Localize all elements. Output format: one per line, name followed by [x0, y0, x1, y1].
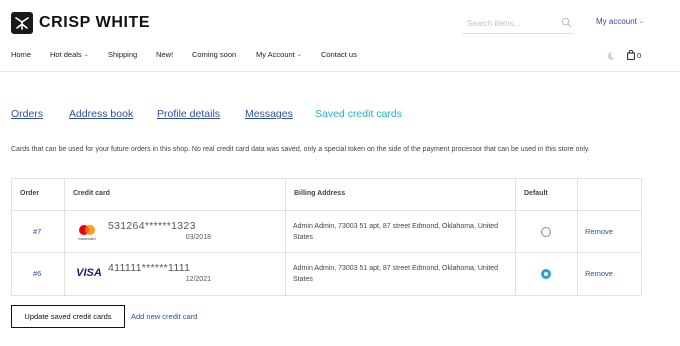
header-credit-card: Credit card [73, 190, 110, 197]
tab-messages[interactable]: Messages [245, 108, 293, 120]
nav-item-home[interactable]: Home [11, 50, 31, 60]
svg-text:mastercard: mastercard [79, 237, 96, 241]
default-radio[interactable] [541, 269, 551, 279]
nav-item-my-account[interactable]: My Account ⌄ [256, 50, 302, 60]
billing-address: Admin Admin, 73003 51 apt, 87 street Edm… [293, 223, 499, 241]
header-default: Default [524, 190, 548, 197]
tab-orders[interactable]: Orders [11, 108, 43, 120]
my-account-menu[interactable]: My account ⌄ [596, 17, 644, 26]
logo-icon[interactable] [11, 12, 33, 34]
shopping-bag-icon [627, 50, 635, 60]
nav-item-coming-soon[interactable]: Coming soon [192, 50, 236, 60]
tab-profile-details[interactable]: Profile details [157, 108, 220, 120]
billing-address: Admin Admin, 73003 51 apt, 87 street Edm… [293, 265, 499, 283]
default-radio[interactable] [541, 227, 551, 237]
site-header: CRISP WHITE My account⌄ Home Hot deals⌄ … [0, 0, 680, 72]
svg-text:VISA: VISA [76, 267, 102, 279]
tab-saved-credit-cards[interactable]: Saved credit cards [315, 108, 402, 120]
my-account-label: My account [596, 17, 637, 26]
update-saved-cards-button[interactable]: Update saved credit cards [11, 305, 125, 328]
add-new-card-link[interactable]: Add new credit card [131, 312, 197, 321]
chevron-down-icon: ⌄ [83, 52, 89, 58]
order-link[interactable]: #6 [33, 269, 41, 278]
tab-address-book[interactable]: Address book [69, 108, 133, 120]
chevron-down-icon: ⌄ [638, 19, 644, 25]
remove-link[interactable]: Remove [585, 227, 613, 236]
card-expiry: 03/2018 [185, 234, 211, 241]
nav-item-new[interactable]: New! [156, 50, 173, 60]
table-row: #6 VISA 411111******1111 12/2021 Admin A… [12, 253, 641, 295]
brand-name[interactable]: CRISP WHITE [39, 14, 150, 32]
search-icon[interactable] [561, 17, 572, 28]
card-number: 531264******1323 [108, 220, 196, 232]
chevron-down-icon: ⌄ [296, 52, 302, 58]
table-row: #7 mastercard 531264******1323 03/2018 A… [12, 211, 641, 253]
order-link[interactable]: #7 [33, 227, 41, 236]
search-input[interactable] [467, 15, 559, 31]
card-expiry: 12/2021 [185, 276, 211, 283]
nav-item-shipping[interactable]: Shipping [108, 50, 137, 60]
mastercard-icon: mastercard [79, 225, 96, 241]
cart-count: 0 [637, 51, 642, 60]
moon-icon[interactable] [606, 51, 616, 61]
nav-item-contact-us[interactable]: Contact us [321, 50, 357, 60]
table-header-row: Order Credit card Billing Address Defaul… [12, 179, 641, 211]
search-box[interactable] [462, 12, 574, 34]
saved-cards-table: Order Credit card Billing Address Defaul… [11, 178, 642, 296]
remove-link[interactable]: Remove [585, 269, 613, 278]
visa-icon: VISA [76, 267, 102, 279]
info-text: Cards that can be used for your future o… [11, 146, 590, 153]
card-number: 411111******1111 [108, 262, 191, 274]
header-order: Order [20, 190, 40, 197]
header-billing-address: Billing Address [294, 190, 346, 197]
nav-item-hot-deals[interactable]: Hot deals ⌄ [50, 50, 89, 60]
